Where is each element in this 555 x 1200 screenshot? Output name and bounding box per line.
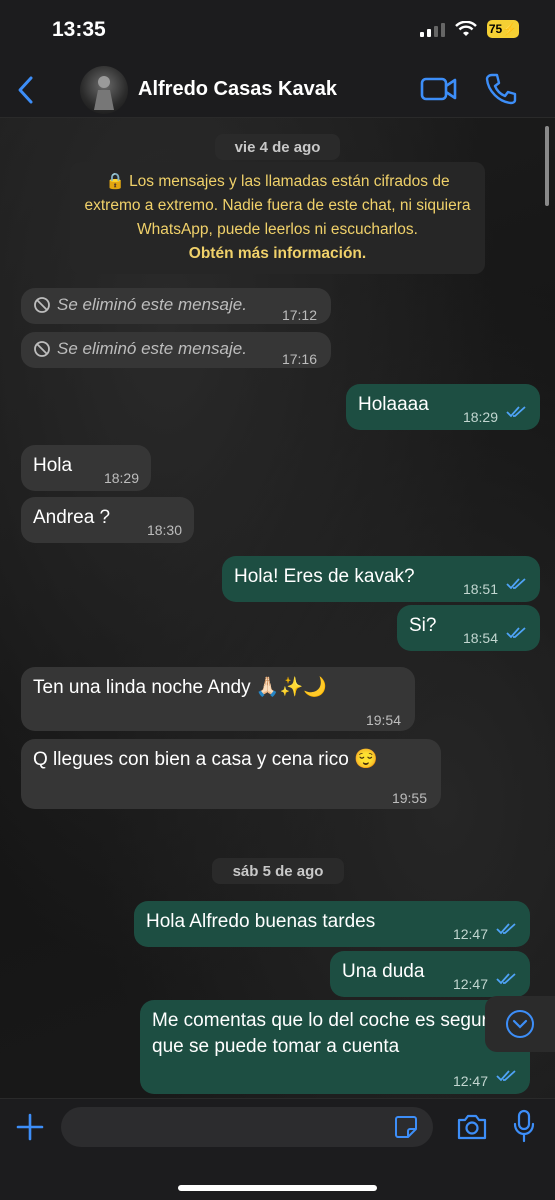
message-time: 12:47 [452, 1073, 488, 1089]
avatar-image [94, 76, 114, 110]
message-text: Se eliminó este mensaje. [57, 339, 247, 358]
blocked-icon [34, 341, 50, 357]
scroll-to-bottom-button[interactable] [485, 996, 555, 1052]
message-text: Hola Alfredo buenas tardes [146, 911, 376, 932]
battery-level: 75 [488, 22, 503, 36]
date-label: sáb 5 de ago [232, 862, 324, 880]
contact-name[interactable]: Alfredo Casas Kavak [138, 78, 337, 101]
message-time: 18:29 [462, 409, 498, 425]
message-input[interactable] [61, 1107, 433, 1147]
battery-icon: 75 ⚡ [487, 20, 519, 38]
encryption-notice[interactable]: 🔒 Los mensajes y las llamadas están cifr… [70, 162, 485, 274]
message-deleted[interactable]: Se eliminó este mensaje. 17:16 [21, 332, 331, 368]
composer-bar [0, 1098, 555, 1200]
double-check-icon [496, 973, 516, 985]
chat-header: Alfredo Casas Kavak [0, 62, 555, 118]
message-incoming[interactable]: Andrea ? 18:30 [21, 497, 194, 543]
message-text: Me comentas que lo del coche es seguro q… [152, 1010, 499, 1057]
back-icon[interactable] [14, 74, 38, 106]
message-incoming[interactable]: Ten una linda noche Andy 🙏🏻✨🌙 19:54 [21, 667, 415, 731]
message-text: Hola [33, 455, 73, 476]
encryption-notice-text: Los mensajes y las llamadas están cifrad… [84, 173, 471, 238]
message-time: 17:12 [281, 307, 317, 323]
chevron-down-icon [506, 1010, 534, 1038]
message-time: 19:55 [391, 790, 427, 806]
message-text: Holaaaa [358, 394, 429, 415]
scrollbar[interactable] [545, 126, 549, 206]
message-text: Andrea ? [33, 507, 111, 528]
sticker-icon[interactable] [394, 1115, 418, 1139]
message-outgoing[interactable]: Holaaaa 18:29 [346, 384, 540, 430]
message-outgoing[interactable]: Me comentas que lo del coche es seguro q… [140, 1000, 530, 1094]
wifi-icon [455, 21, 477, 36]
lock-icon: 🔒 [105, 173, 125, 190]
date-separator: vie 4 de ago [215, 134, 340, 160]
plus-icon[interactable] [16, 1113, 44, 1141]
double-check-icon [496, 1070, 516, 1082]
deleted-message-content: Se eliminó este mensaje. [33, 336, 319, 362]
message-time: 17:16 [281, 351, 317, 367]
cellular-signal-icon [420, 21, 445, 37]
camera-icon[interactable] [456, 1113, 488, 1141]
message-time: 19:54 [365, 712, 401, 728]
message-text: Q llegues con bien a casa y cena rico 😌 [33, 749, 378, 770]
double-check-icon [506, 406, 526, 418]
learn-more-link[interactable]: Obtén más información. [80, 242, 475, 266]
message-incoming[interactable]: Q llegues con bien a casa y cena rico 😌 … [21, 739, 441, 809]
date-label: vie 4 de ago [234, 138, 321, 156]
message-text: Si? [409, 615, 437, 636]
message-deleted[interactable]: Se eliminó este mensaje. 17:12 [21, 288, 331, 324]
message-time: 12:47 [452, 976, 488, 992]
phone-icon[interactable] [484, 72, 518, 106]
message-outgoing[interactable]: Si? 18:54 [397, 605, 540, 651]
message-time: 18:51 [462, 581, 498, 597]
message-outgoing[interactable]: Hola! Eres de kavak? 18:51 [222, 556, 540, 602]
home-indicator[interactable] [178, 1185, 377, 1191]
message-time: 12:47 [452, 926, 488, 942]
message-outgoing[interactable]: Una duda 12:47 [330, 951, 530, 997]
blocked-icon [34, 297, 50, 313]
status-time: 13:35 [52, 18, 106, 41]
message-text: Una duda [342, 961, 425, 982]
status-indicators: 75 ⚡ [420, 20, 519, 38]
message-text: Se eliminó este mensaje. [57, 295, 247, 314]
video-call-icon[interactable] [420, 74, 458, 104]
message-text: Ten una linda noche Andy 🙏🏻✨🌙 [33, 677, 327, 698]
avatar[interactable] [80, 66, 128, 114]
double-check-icon [506, 627, 526, 639]
message-time: 18:29 [103, 470, 139, 486]
message-text: Hola! Eres de kavak? [234, 566, 415, 587]
deleted-message-content: Se eliminó este mensaje. [33, 292, 319, 318]
microphone-icon[interactable] [512, 1109, 536, 1143]
message-incoming[interactable]: Hola 18:29 [21, 445, 151, 491]
message-time: 18:54 [462, 630, 498, 646]
status-bar: 13:35 75 ⚡ [0, 0, 555, 62]
double-check-icon [496, 923, 516, 935]
chat-area[interactable]: vie 4 de ago 🔒 Los mensajes y las llamad… [0, 118, 555, 1098]
message-time: 18:30 [146, 522, 182, 538]
date-separator: sáb 5 de ago [212, 858, 344, 884]
double-check-icon [506, 578, 526, 590]
message-outgoing[interactable]: Hola Alfredo buenas tardes 12:47 [134, 901, 530, 947]
